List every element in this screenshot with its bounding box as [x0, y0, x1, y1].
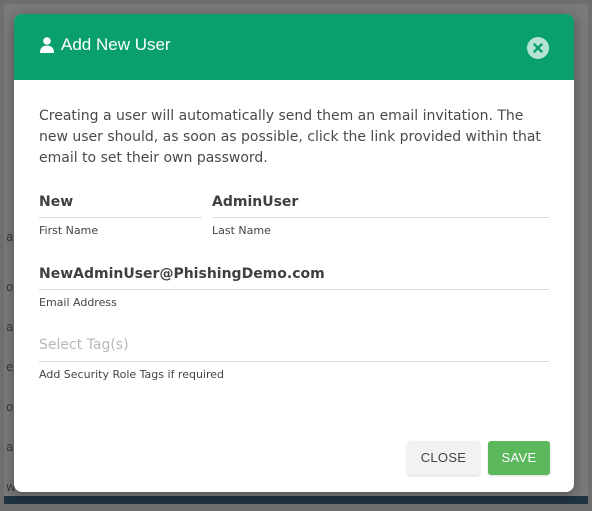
first-name-field[interactable]: New	[39, 191, 202, 213]
background-text-fragment: o	[6, 280, 14, 294]
first-name-label: First Name	[39, 224, 99, 237]
tags-label: Add Security Role Tags if required	[39, 368, 225, 381]
close-circle-icon[interactable]	[527, 37, 549, 59]
last-name-underline	[212, 217, 549, 218]
modal-title: Add New User	[61, 35, 171, 54]
background-text-fragment: a	[6, 440, 14, 454]
modal-header: Add New User	[14, 14, 574, 80]
email-label: Email Address	[39, 296, 117, 309]
last-name-field[interactable]: AdminUser	[212, 191, 549, 213]
add-user-modal: Add New User Creating a user will automa…	[14, 14, 574, 492]
user-icon	[40, 37, 54, 53]
last-name-label: Last Name	[212, 224, 271, 237]
background-text-fragment: e	[6, 360, 14, 374]
intro-text: Creating a user will automatically send …	[39, 108, 541, 166]
background-text-fragment: a	[6, 230, 14, 244]
tags-underline	[39, 361, 549, 362]
tags-select[interactable]: Select Tag(s)	[39, 334, 549, 356]
save-button[interactable]: SAVE	[488, 441, 550, 475]
close-button[interactable]: CLOSE	[407, 441, 480, 475]
email-field[interactable]: NewAdminUser@PhishingDemo.com	[39, 263, 549, 285]
email-underline	[39, 289, 549, 290]
first-name-underline	[39, 217, 202, 218]
background-footer-strip	[4, 496, 588, 504]
